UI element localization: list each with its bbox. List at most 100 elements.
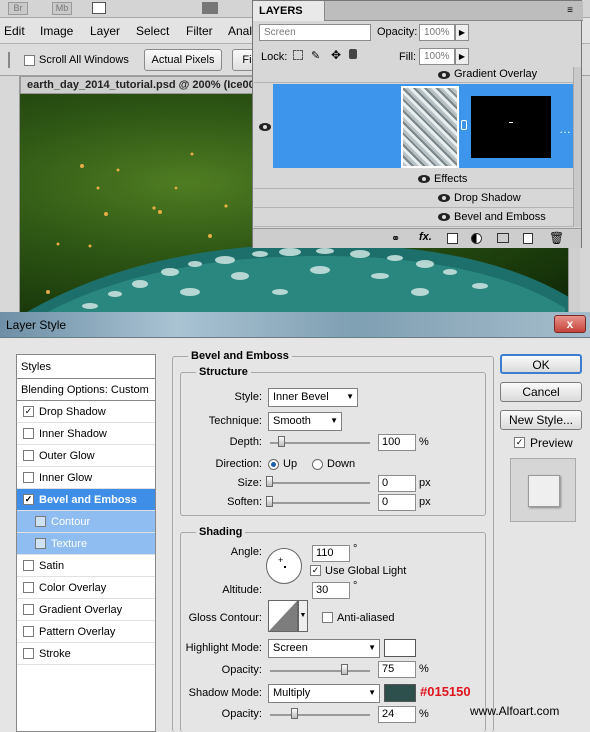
styles-header[interactable]: Styles xyxy=(17,355,155,379)
effects-visibility-eye-icon[interactable] xyxy=(418,175,430,183)
style-item-drop-shadow[interactable]: ✓ Drop Shadow xyxy=(17,401,155,423)
contour-checkbox[interactable] xyxy=(35,516,46,527)
layer-effect-bevel-emboss[interactable]: Bevel and Emboss xyxy=(254,208,574,227)
depth-input[interactable]: 100 xyxy=(378,434,416,451)
layer-thumbnail[interactable] xyxy=(401,86,459,168)
layer-effects-row[interactable]: Effects xyxy=(254,170,574,189)
blending-options-item[interactable]: Blending Options: Custom xyxy=(17,379,155,401)
highlight-color-swatch[interactable] xyxy=(384,639,416,657)
pattern-overlay-checkbox[interactable] xyxy=(23,626,34,637)
shadow-opacity-slider[interactable] xyxy=(270,714,370,716)
fx-icon[interactable]: fx. xyxy=(419,231,432,243)
style-item-color-overlay[interactable]: Color Overlay xyxy=(17,577,155,599)
style-item-stroke[interactable]: Stroke xyxy=(17,643,155,665)
lock-position-icon[interactable]: ✥ xyxy=(331,48,341,62)
layer-effect-gradient-overlay[interactable]: Gradient Overlay xyxy=(254,67,574,83)
style-item-texture[interactable]: Texture xyxy=(17,533,155,555)
new-group-icon[interactable] xyxy=(497,233,509,243)
new-layer-icon[interactable] xyxy=(523,233,533,244)
direction-up-radio[interactable] xyxy=(268,459,279,470)
arrange-documents-icon[interactable] xyxy=(202,2,218,14)
menu-select[interactable]: Select xyxy=(136,24,169,38)
new-style-button[interactable]: New Style... xyxy=(500,410,582,430)
bevel-emboss-eye-icon[interactable] xyxy=(438,213,450,221)
layer-visibility-eye-icon[interactable] xyxy=(259,123,271,131)
fill-arrow-icon[interactable]: ▶ xyxy=(455,48,469,65)
lock-transparent-icon[interactable] xyxy=(293,50,303,60)
satin-checkbox[interactable] xyxy=(23,560,34,571)
scroll-all-windows-checkbox[interactable] xyxy=(24,55,35,66)
menu-filter[interactable]: Filter xyxy=(186,24,213,38)
fill-field[interactable]: 100% xyxy=(419,48,455,65)
menu-layer[interactable]: Layer xyxy=(90,24,120,38)
altitude-input[interactable]: 30 xyxy=(312,582,350,599)
lock-image-icon[interactable]: ✎ xyxy=(311,49,320,62)
soften-slider[interactable] xyxy=(270,502,370,504)
gloss-contour-preview[interactable] xyxy=(268,600,298,632)
gradient-overlay-checkbox[interactable] xyxy=(23,604,34,615)
gloss-contour-dropdown-icon[interactable]: ▼ xyxy=(298,600,308,632)
size-slider[interactable] xyxy=(270,482,370,484)
close-icon[interactable]: x xyxy=(554,315,586,333)
menu-analysis[interactable]: Anal xyxy=(228,24,252,38)
visibility-eye-icon[interactable] xyxy=(438,71,450,79)
highlight-mode-select[interactable]: Screen xyxy=(268,639,380,658)
style-item-pattern-overlay[interactable]: Pattern Overlay xyxy=(17,621,155,643)
inner-glow-checkbox[interactable] xyxy=(23,472,34,483)
opacity-arrow-icon[interactable]: ▶ xyxy=(455,24,469,41)
delete-layer-icon[interactable]: 🗑 xyxy=(549,231,564,245)
layers-scrollbar[interactable] xyxy=(573,67,581,227)
outer-glow-checkbox[interactable] xyxy=(23,450,34,461)
minibridge-button[interactable]: Mb xyxy=(52,2,72,15)
view-extras-icon[interactable] xyxy=(92,2,106,14)
highlight-opacity-slider[interactable] xyxy=(270,670,370,672)
style-item-inner-shadow[interactable]: Inner Shadow xyxy=(17,423,155,445)
shadow-opacity-thumb[interactable] xyxy=(291,708,298,719)
style-item-bevel-emboss[interactable]: ✓ Bevel and Emboss xyxy=(17,489,155,511)
menu-image[interactable]: Image xyxy=(40,24,73,38)
blend-mode-select[interactable]: Screen xyxy=(259,24,371,41)
highlight-opacity-thumb[interactable] xyxy=(341,664,348,675)
color-overlay-checkbox[interactable] xyxy=(23,582,34,593)
panel-menu-icon[interactable]: ≡ xyxy=(567,5,573,16)
angle-dial[interactable]: + xyxy=(266,548,302,584)
technique-select[interactable]: Smooth xyxy=(268,412,342,431)
style-item-contour[interactable]: Contour xyxy=(17,511,155,533)
actual-pixels-button[interactable]: Actual Pixels xyxy=(144,49,222,71)
shadow-color-swatch[interactable] xyxy=(384,684,416,702)
layer-mask-thumbnail[interactable] xyxy=(471,96,551,158)
direction-down-radio[interactable] xyxy=(312,459,323,470)
shadow-opacity-input[interactable]: 24 xyxy=(378,706,416,723)
anti-aliased-checkbox[interactable] xyxy=(322,612,333,623)
size-input[interactable]: 0 xyxy=(378,475,416,492)
style-item-outer-glow[interactable]: Outer Glow xyxy=(17,445,155,467)
layer-effects-icon[interactable]: … xyxy=(559,122,571,136)
add-mask-icon[interactable] xyxy=(447,233,458,244)
document-tab[interactable]: earth_day_2014_tutorial.psd @ 200% (Ice0… xyxy=(20,76,260,94)
inner-shadow-checkbox[interactable] xyxy=(23,428,34,439)
angle-input[interactable]: 110 xyxy=(312,545,350,562)
layers-tab[interactable]: LAYERS xyxy=(253,1,325,21)
soften-input[interactable]: 0 xyxy=(378,494,416,511)
menu-edit[interactable]: Edit xyxy=(4,24,25,38)
bridge-button[interactable]: Br xyxy=(8,2,28,15)
depth-slider-thumb[interactable] xyxy=(278,436,285,447)
bevel-emboss-checkbox[interactable]: ✓ xyxy=(23,494,34,505)
style-item-gradient-overlay[interactable]: Gradient Overlay xyxy=(17,599,155,621)
cancel-button[interactable]: Cancel xyxy=(500,382,582,402)
link-layers-icon[interactable]: ⚭ xyxy=(391,232,400,245)
drop-shadow-checkbox[interactable]: ✓ xyxy=(23,406,34,417)
use-global-light-checkbox[interactable]: ✓ xyxy=(310,565,321,576)
preview-checkbox[interactable]: ✓ xyxy=(514,437,525,448)
stroke-checkbox[interactable] xyxy=(23,648,34,659)
ok-button[interactable]: OK xyxy=(500,354,582,374)
style-item-satin[interactable]: Satin xyxy=(17,555,155,577)
opacity-field[interactable]: 100% xyxy=(419,24,455,41)
drop-shadow-eye-icon[interactable] xyxy=(438,194,450,202)
style-item-inner-glow[interactable]: Inner Glow xyxy=(17,467,155,489)
depth-slider[interactable] xyxy=(270,442,370,444)
shadow-mode-select[interactable]: Multiply xyxy=(268,684,380,703)
lock-all-icon[interactable] xyxy=(349,49,357,59)
highlight-opacity-input[interactable]: 75 xyxy=(378,661,416,678)
selected-layer-row[interactable]: … xyxy=(273,84,573,168)
